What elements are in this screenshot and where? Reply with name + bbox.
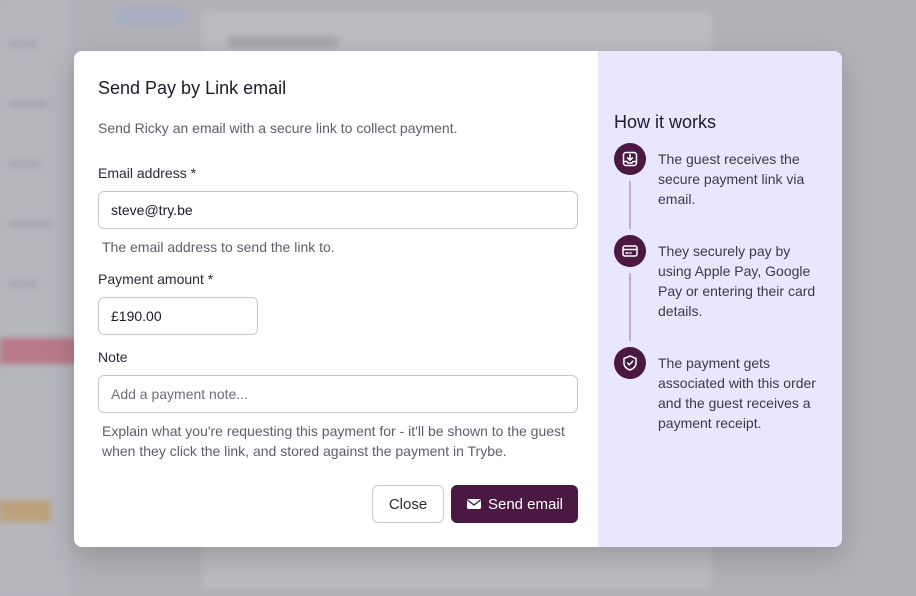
how-it-works-panel: How it works The guest receives the secu… [598,51,842,547]
modal-form-panel: Send Pay by Link email Send Ricky an ema… [74,51,598,547]
step-text: The payment gets associated with this or… [658,355,816,431]
how-it-works-title: How it works [614,112,717,132]
credit-card-icon [614,235,646,267]
step-connector [629,181,631,229]
required-marker: * [207,271,214,287]
email-label-text: Email address [98,165,187,181]
pay-by-link-modal: Send Pay by Link email Send Ricky an ema… [74,51,842,547]
step-item: The guest receives the secure payment li… [614,143,826,235]
inbox-download-icon [614,143,646,175]
payment-amount-input[interactable] [98,297,258,335]
note-help-text: Explain what you're requesting this paym… [102,423,565,459]
step-item: The payment gets associated with this or… [614,347,826,457]
send-email-button[interactable]: Send email [451,485,578,523]
step-item: They securely pay by using Apple Pay, Go… [614,235,826,347]
email-label: Email address * [98,164,196,182]
close-button-label: Close [388,495,428,513]
note-label: Note [98,349,128,365]
modal-subtitle: Send Ricky an email with a secure link t… [98,120,458,136]
envelope-icon [466,499,481,509]
close-button[interactable]: Close [372,485,444,523]
shield-check-icon [614,347,646,379]
amount-label: Payment amount * [98,270,213,288]
how-it-works-steps: The guest receives the secure payment li… [614,143,826,457]
required-marker: * [190,165,197,181]
email-help-text: The email address to send the link to. [102,239,335,255]
step-text: They securely pay by using Apple Pay, Go… [658,243,816,319]
amount-label-text: Payment amount [98,271,204,287]
step-text: The guest receives the secure payment li… [658,151,805,207]
note-input[interactable] [98,375,578,413]
modal-title: Send Pay by Link email [98,78,287,98]
send-email-button-label: Send email [487,495,564,513]
email-input[interactable] [98,191,578,229]
step-connector [629,273,631,341]
